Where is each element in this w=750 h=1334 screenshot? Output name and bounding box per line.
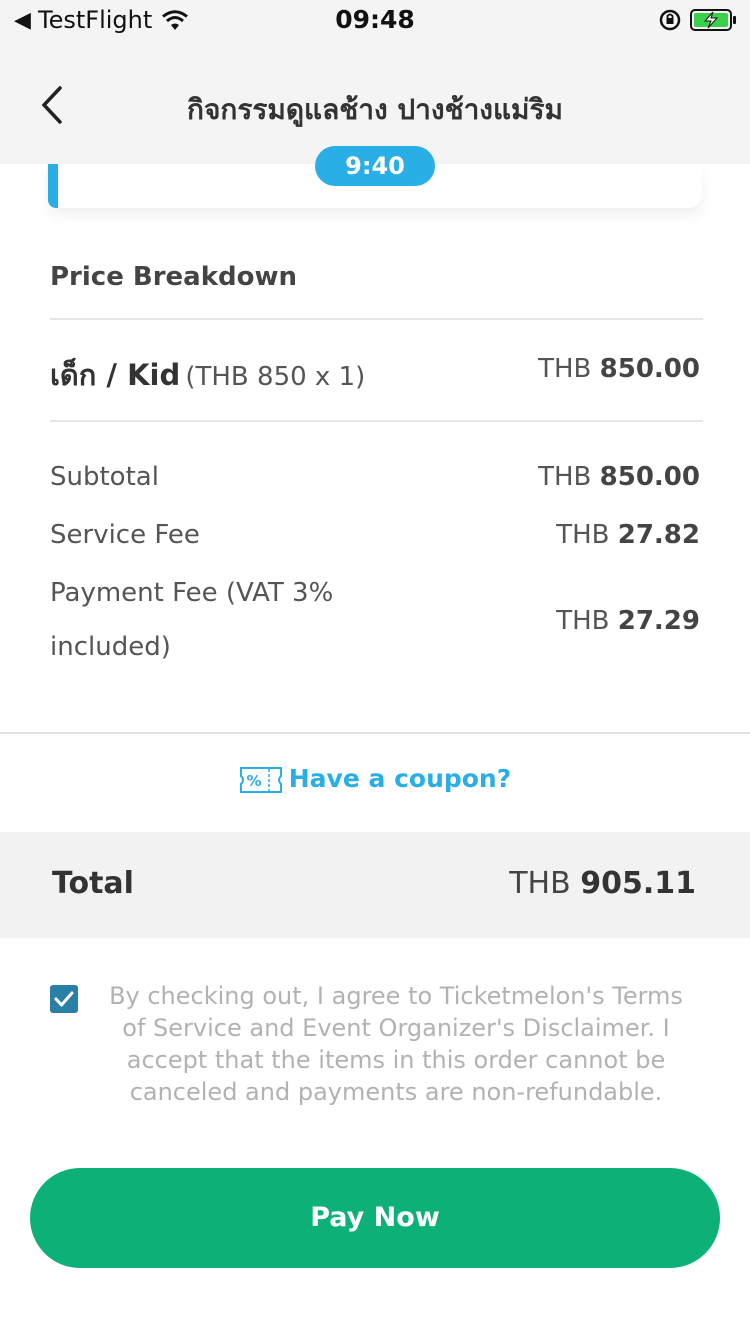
terms-agreement-text: By checking out, I agree to Ticketmelon'…	[109, 982, 683, 1106]
subtotal-row: Subtotal THB 850.00	[50, 462, 700, 492]
service-fee-row: Service Fee THB 27.82	[50, 520, 700, 550]
coupon-icon: %	[239, 767, 282, 793]
chevron-left-icon	[41, 86, 62, 124]
page-title: กิจกรรมดูแลช้าง ปางช้างแม่ริม	[187, 93, 563, 126]
battery-charging-icon	[690, 8, 738, 36]
rotation-lock-icon	[658, 8, 682, 36]
service-fee-label: Service Fee	[50, 520, 200, 550]
card-accent-bar	[48, 164, 58, 208]
ticket-line-item: เด็ก / Kid (THB 850 x 1) THB 850.00	[50, 352, 700, 398]
checkmark-icon	[54, 991, 74, 1007]
back-button[interactable]	[36, 80, 76, 130]
subtotal-value: THB 850.00	[538, 462, 700, 492]
svg-text:%: %	[246, 772, 261, 790]
total-row: Total THB 905.11	[0, 832, 750, 938]
price-breakdown-heading: Price Breakdown	[50, 262, 297, 292]
subtotal-label: Subtotal	[50, 462, 159, 492]
divider	[50, 420, 703, 422]
total-label: Total	[52, 866, 134, 901]
pay-now-button[interactable]: Pay Now	[30, 1168, 720, 1268]
clock: 09:48	[335, 5, 415, 34]
ticket-line-price: THB 850.00	[538, 354, 700, 384]
payment-fee-row: Payment Fee (VAT 3% included) THB 27.29	[50, 578, 700, 678]
terms-checkbox[interactable]	[50, 985, 78, 1013]
service-fee-value: THB 27.82	[556, 520, 700, 550]
divider	[50, 318, 703, 320]
ticket-type-name: เด็ก / Kid	[50, 358, 181, 392]
section-divider	[0, 732, 750, 734]
payment-fee-value: THB 27.29	[556, 606, 700, 636]
total-value: THB 905.11	[509, 866, 696, 901]
ticket-quantity-detail: (THB 850 x 1)	[185, 362, 366, 392]
coupon-label[interactable]: Have a coupon?	[289, 764, 512, 793]
have-coupon-link[interactable]: % Have a coupon?	[0, 764, 750, 795]
status-bar: ◀ TestFlight 09:48	[0, 0, 750, 42]
countdown-timer-badge: 9:40	[315, 146, 435, 186]
